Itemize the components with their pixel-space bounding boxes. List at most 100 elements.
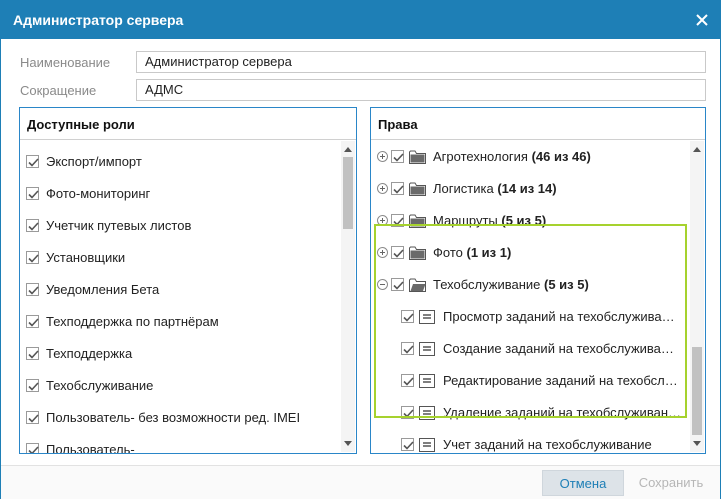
- tree-item[interactable]: Удаление заданий на техобслуживание: [371, 397, 688, 429]
- checkbox[interactable]: [391, 182, 404, 195]
- checkbox[interactable]: [401, 374, 414, 387]
- list-item[interactable]: Техподдержка: [20, 337, 339, 369]
- roles-panel-title: Доступные роли: [27, 117, 135, 132]
- abbr-input[interactable]: АДМС: [136, 79, 706, 101]
- scroll-up-icon[interactable]: [693, 147, 701, 152]
- checkbox[interactable]: [391, 246, 404, 259]
- list-item[interactable]: Пользователь-: [20, 433, 339, 453]
- document-icon: [419, 374, 435, 388]
- folder-icon: [409, 214, 426, 228]
- list-item[interactable]: Пользователь- без возможности ред. IMEI: [20, 401, 339, 433]
- checkbox[interactable]: [26, 347, 39, 360]
- rights-panel-header: Права: [371, 108, 705, 140]
- checkbox[interactable]: [26, 251, 39, 264]
- name-row: Наименование Администратор сервера: [1, 51, 720, 75]
- role-label: Фото-мониторинг: [46, 186, 151, 201]
- checkbox[interactable]: [391, 214, 404, 227]
- tree-item[interactable]: Создание заданий на техобслуживание: [371, 333, 688, 365]
- list-item[interactable]: Техподдержка по партнёрам: [20, 305, 339, 337]
- checkbox[interactable]: [26, 283, 39, 296]
- group-label: Агротехнология (46 из 46): [433, 149, 591, 164]
- group-label: Техобслуживание (5 из 5): [433, 277, 589, 292]
- dialog-footer: Отмена Сохранить: [1, 465, 720, 499]
- tree-group-routes[interactable]: Маршруты (5 из 5): [371, 205, 688, 237]
- checkbox[interactable]: [391, 150, 404, 163]
- right-label: Редактирование заданий на техобслуживани…: [443, 373, 681, 388]
- role-label: Экспорт/импорт: [46, 154, 142, 169]
- roles-panel-header: Доступные роли: [20, 108, 356, 140]
- cancel-button[interactable]: Отмена: [542, 470, 624, 496]
- role-label: Пользователь- без возможности ред. IMEI: [46, 410, 301, 425]
- right-label: Создание заданий на техобслуживание: [443, 341, 681, 356]
- rights-tree: Агротехнология (46 из 46) Логистика (14 …: [371, 141, 688, 453]
- document-icon: [419, 310, 435, 324]
- role-dialog: Администратор сервера Наименование Админ…: [0, 0, 721, 499]
- tree-item[interactable]: Редактирование заданий на техобслуживани…: [371, 365, 688, 397]
- role-label: Пользователь-: [46, 442, 135, 453]
- scroll-up-icon[interactable]: [344, 147, 352, 152]
- checkbox[interactable]: [401, 310, 414, 323]
- close-icon[interactable]: [692, 10, 712, 30]
- right-label: Учет заданий на техобслуживание: [443, 437, 652, 452]
- document-icon: [419, 406, 435, 420]
- tree-group-photo[interactable]: Фото (1 из 1): [371, 237, 688, 269]
- rights-scrollbar[interactable]: [690, 141, 704, 452]
- role-label: Учетчик путевых листов: [46, 218, 192, 233]
- checkbox[interactable]: [26, 315, 39, 328]
- checkbox[interactable]: [26, 411, 39, 424]
- rights-panel: Права Агротехнология (46 из 46) Логистик…: [370, 107, 706, 454]
- checkbox[interactable]: [26, 219, 39, 232]
- role-label: Уведомления Бета: [46, 282, 160, 297]
- checkbox[interactable]: [401, 438, 414, 451]
- roles-panel: Доступные роли Экспорт/импорт Фото-монит…: [19, 107, 357, 454]
- scroll-down-icon[interactable]: [344, 441, 352, 446]
- scrollbar-thumb[interactable]: [692, 347, 702, 435]
- list-item[interactable]: Уведомления Бета: [20, 273, 339, 305]
- expand-icon[interactable]: [377, 247, 388, 258]
- group-label: Логистика (14 из 14): [433, 181, 557, 196]
- scroll-down-icon[interactable]: [693, 441, 701, 446]
- tree-group-agro[interactable]: Агротехнология (46 из 46): [371, 141, 688, 173]
- list-item[interactable]: Фото-мониторинг: [20, 177, 339, 209]
- checkbox[interactable]: [26, 155, 39, 168]
- folder-icon: [409, 150, 426, 164]
- tree-item[interactable]: Учет заданий на техобслуживание: [371, 429, 688, 453]
- tree-item[interactable]: Просмотр заданий на техобслуживание: [371, 301, 688, 333]
- abbr-row: Сокращение АДМС: [1, 79, 720, 103]
- expand-icon[interactable]: [377, 215, 388, 226]
- folder-icon: [409, 246, 426, 260]
- expand-icon[interactable]: [377, 151, 388, 162]
- group-label: Маршруты (5 из 5): [433, 213, 547, 228]
- tree-group-logistics[interactable]: Логистика (14 из 14): [371, 173, 688, 205]
- scrollbar-thumb[interactable]: [343, 157, 353, 229]
- role-label: Техобслуживание: [46, 378, 154, 393]
- checkbox[interactable]: [401, 406, 414, 419]
- list-item[interactable]: Техобслуживание: [20, 369, 339, 401]
- save-button[interactable]: Сохранить: [629, 470, 713, 496]
- folder-open-icon: [409, 278, 426, 292]
- checkbox[interactable]: [26, 379, 39, 392]
- group-label: Фото (1 из 1): [433, 245, 512, 260]
- expand-icon[interactable]: [377, 183, 388, 194]
- role-label: Установщики: [46, 250, 126, 265]
- name-label: Наименование: [20, 55, 111, 70]
- right-label: Просмотр заданий на техобслуживание: [443, 309, 681, 324]
- name-input[interactable]: Администратор сервера: [136, 51, 706, 73]
- list-item[interactable]: Экспорт/импорт: [20, 145, 339, 177]
- list-item[interactable]: Установщики: [20, 241, 339, 273]
- checkbox[interactable]: [26, 187, 39, 200]
- rights-panel-title: Права: [378, 117, 418, 132]
- roles-scrollbar[interactable]: [341, 141, 355, 452]
- checkbox[interactable]: [401, 342, 414, 355]
- collapse-icon[interactable]: [377, 279, 388, 290]
- role-label: Техподдержка по партнёрам: [46, 314, 219, 329]
- tree-group-maintenance[interactable]: Техобслуживание (5 из 5): [371, 269, 688, 301]
- checkbox[interactable]: [26, 443, 39, 453]
- checkbox[interactable]: [391, 278, 404, 291]
- list-item[interactable]: Учетчик путевых листов: [20, 209, 339, 241]
- dialog-titlebar: Администратор сервера: [1, 1, 720, 39]
- folder-icon: [409, 182, 426, 196]
- document-icon: [419, 438, 435, 452]
- role-label: Техподдержка: [46, 346, 133, 361]
- abbr-label: Сокращение: [20, 83, 97, 98]
